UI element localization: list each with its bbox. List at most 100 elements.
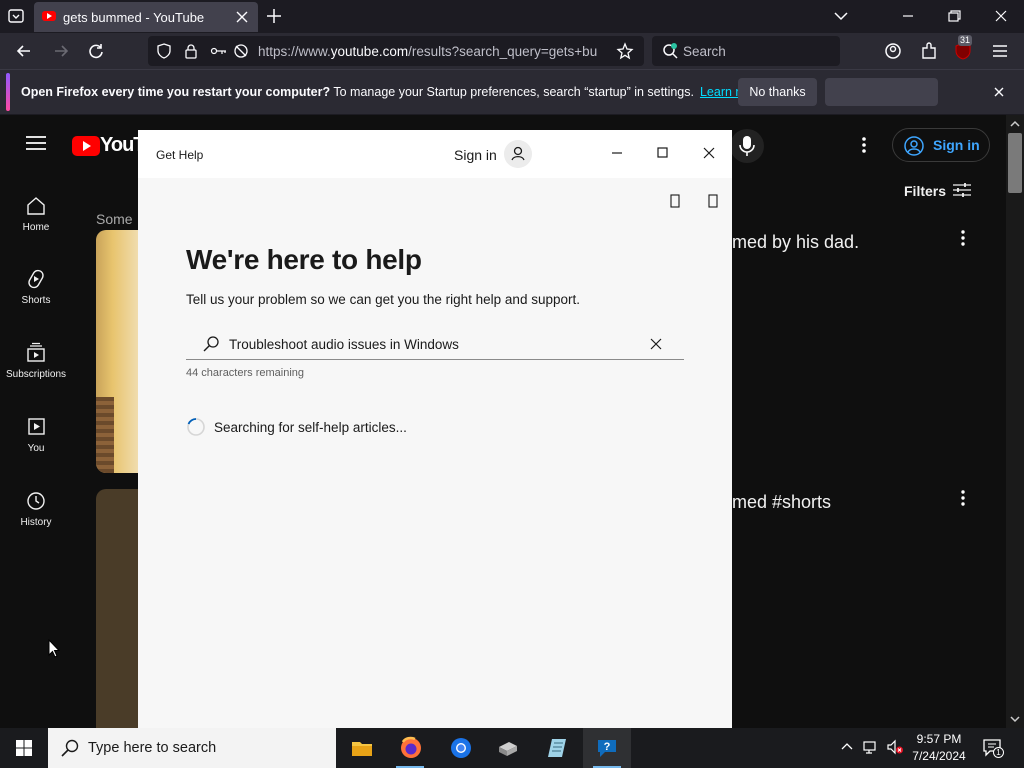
get-help-heading: We're here to help [186,244,422,275]
clock-date: 7/24/2024 [912,749,966,763]
url-bar[interactable]: https://www.youtube.com/results?search_q… [148,36,644,66]
video-menu-icon[interactable] [960,229,966,247]
taskbar-notepad[interactable] [534,728,582,768]
notification-action-button[interactable] [825,78,938,106]
home-icon [27,197,45,215]
windows-taskbar: Type here to search ? 9:57 PM 7/24/2024 … [0,728,1024,768]
tab-title: gets bummed - YouTube [63,10,205,25]
voice-search-icon[interactable] [728,129,766,163]
permissions-icon[interactable] [210,43,228,59]
history-icon [27,492,45,510]
lock-icon[interactable] [183,43,199,59]
youtube-menu-icon[interactable] [26,135,46,151]
notepad-icon [548,739,566,757]
youtube-sign-in-button[interactable]: Sign in [892,128,990,162]
page-scrollbar[interactable] [1006,115,1024,728]
get-help-minimize-icon[interactable] [602,138,632,168]
search-icon [61,739,79,757]
more-options-icon[interactable] [856,135,872,155]
file-explorer-icon [352,742,372,756]
notification-center-button[interactable]: 1 [982,738,1004,758]
video-title[interactable]: med #shorts [732,492,831,513]
get-help-close-icon[interactable] [694,138,724,168]
sidebar-item-home[interactable]: Home [0,195,72,233]
no-thanks-button[interactable]: No thanks [738,78,817,106]
firefox-icon [401,736,421,758]
url-prefix: https://www. [258,44,331,59]
video-menu-icon[interactable] [960,489,966,507]
tab-youtube[interactable]: gets bummed - YouTube [34,2,258,32]
characters-remaining: 44 characters remaining [186,367,305,379]
notification-text: To manage your Startup preferences, sear… [330,85,694,99]
clear-search-icon[interactable] [648,336,664,352]
url-text[interactable]: https://www.youtube.com/results?search_q… [258,44,608,59]
taskbar-file-explorer[interactable] [338,728,386,768]
results-label: Some [96,211,133,227]
sign-in-label: Sign in [933,137,980,153]
taskbar-firefox[interactable] [386,728,434,768]
tab-close-icon[interactable] [233,8,251,26]
extensions-icon[interactable] [918,40,940,62]
taskbar-clock[interactable]: 9:57 PM 7/24/2024 [906,731,972,765]
shield-icon[interactable] [156,43,172,59]
minimize-icon[interactable] [896,5,920,27]
problem-search-value[interactable]: Troubleshoot audio issues in Windows [229,337,459,352]
taskbar-search-box[interactable]: Type here to search [48,728,336,768]
taskbar-get-help[interactable]: ? [583,728,631,768]
url-host: youtube.com [330,44,409,59]
notification-message: Open Firefox every time you restart your… [21,85,764,99]
youtube-favicon-icon [42,11,56,21]
back-icon[interactable] [13,40,35,62]
sidebar-item-subscriptions[interactable]: Subscriptions [0,342,72,380]
get-help-maximize-icon[interactable] [648,138,678,168]
tab-list-icon[interactable] [6,6,26,26]
clock-time: 9:57 PM [916,732,962,746]
forward-icon[interactable] [50,40,72,62]
notification-bold-text: Open Firefox every time you restart your… [21,85,331,99]
problem-search-input[interactable]: Troubleshoot audio issues in Windows [186,328,684,360]
video-thumbnail[interactable] [96,230,138,473]
you-icon [28,418,45,435]
person-icon[interactable] [504,140,532,168]
video-title[interactable]: med by his dad. [732,232,859,253]
video-thumbnail[interactable] [96,489,138,728]
close-window-icon[interactable] [989,5,1013,27]
network-icon[interactable] [862,738,880,756]
get-help-sign-in-link[interactable]: Sign in [454,147,497,163]
sidebar-item-label: Home [22,222,50,233]
sidebar-item-history[interactable]: History [0,490,72,528]
volume-muted-icon[interactable] [886,738,904,756]
account-icon[interactable] [882,40,904,62]
search-bar-placeholder: Search [683,44,726,59]
new-tab-icon[interactable] [264,6,284,26]
get-help-icon: ? [598,740,616,757]
sidebar-item-you[interactable]: You [0,416,72,454]
autoplay-blocked-icon[interactable] [233,43,249,59]
browser-toolbar: https://www.youtube.com/results?search_q… [0,33,1024,69]
search-bar[interactable]: Search [652,36,840,66]
mouse-cursor-icon [48,639,60,658]
filters-button[interactable]: Filters [904,183,946,199]
filters-icon[interactable] [952,181,972,199]
feedback-icon[interactable] [668,194,682,208]
sidebar-item-shorts[interactable]: Shorts [0,268,72,306]
startup-notification-bar: Open Firefox every time you restart your… [0,69,1024,114]
scroll-up-icon[interactable] [1009,119,1021,129]
scrollbar-thumb[interactable] [1008,133,1022,193]
bookmark-star-icon[interactable] [616,42,634,60]
list-all-tabs-icon[interactable] [829,5,853,27]
notification-close-icon[interactable] [990,83,1008,101]
url-path: /results?search_query=gets+bu [408,44,598,59]
search-icon [203,336,219,352]
restore-icon[interactable] [942,5,966,27]
taskbar-chrome[interactable] [436,728,484,768]
youtube-play-logo-icon [72,135,100,156]
show-hidden-icons-icon[interactable] [838,738,856,756]
more-icon[interactable] [706,194,720,208]
reload-icon[interactable] [85,40,107,62]
hamburger-menu-icon[interactable] [989,40,1011,62]
scroll-down-icon[interactable] [1009,714,1021,724]
windows-start-icon[interactable] [0,728,48,768]
search-engine-icon[interactable] [661,42,679,60]
taskbar-app-stack[interactable] [484,728,532,768]
